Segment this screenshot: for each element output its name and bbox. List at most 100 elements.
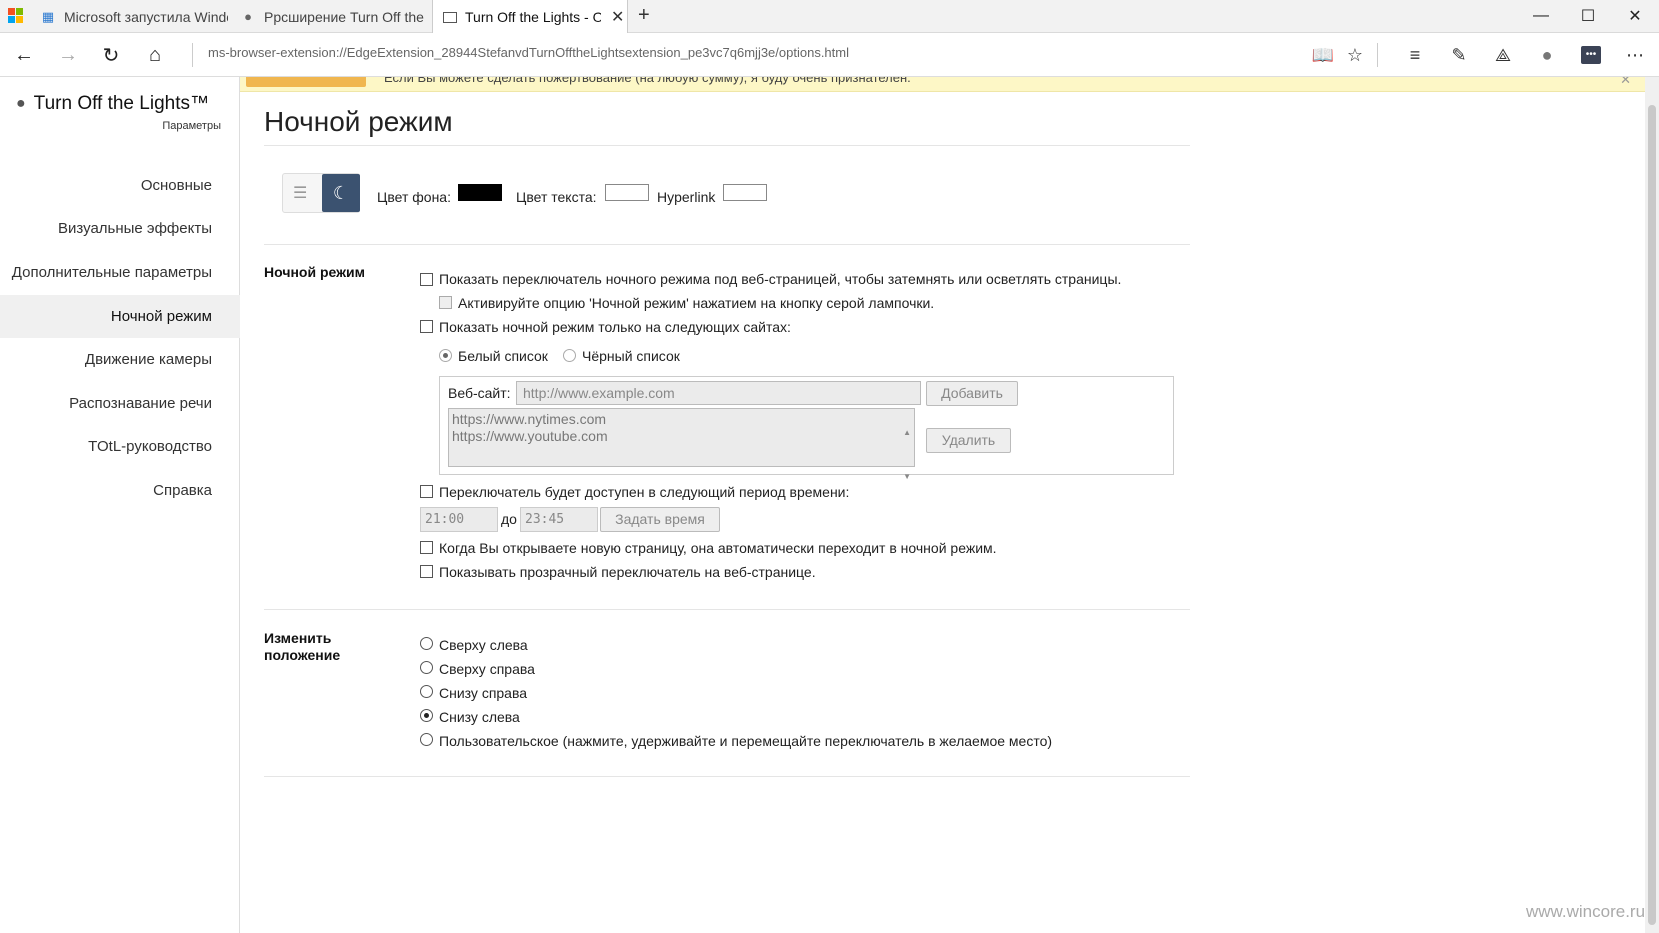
time-period-label: Переключатель будет доступен в следующий…: [439, 484, 850, 500]
windows-grid-icon: ▦: [41, 8, 55, 24]
sidebar-item-camera-motion[interactable]: Движение камеры: [0, 338, 240, 381]
sidebar-item-help[interactable]: Справка: [0, 469, 240, 512]
page-scrollbar[interactable]: [1645, 77, 1659, 933]
close-window-button[interactable]: ✕: [1612, 0, 1658, 32]
sidebar-item-visual-effects[interactable]: Визуальные эффекты: [0, 207, 240, 250]
new-tab-button[interactable]: +: [638, 4, 650, 27]
web-note-icon[interactable]: ✎: [1445, 41, 1473, 69]
page-title: Ночной режим: [264, 106, 453, 137]
sidebar: ● Turn Off the Lights™ Параметры Основны…: [0, 77, 240, 933]
lightbulb-icon: ●: [16, 95, 26, 112]
text-color-label: Цвет текста:: [516, 189, 597, 205]
tab-title: Microsoft запустила Windo: [64, 8, 228, 25]
banner-close-icon[interactable]: ✕: [1620, 77, 1631, 88]
address-divider: [192, 43, 193, 67]
site-list-item[interactable]: https://www.youtube.com: [452, 428, 911, 445]
brand: ● Turn Off the Lights™: [16, 93, 209, 115]
hamburger-icon: ☰: [293, 185, 308, 202]
set-time-button[interactable]: Задать время: [600, 507, 720, 532]
sidebar-item-speech-recognition[interactable]: Распознавание речи: [0, 382, 240, 425]
hub-icon[interactable]: ≡: [1401, 41, 1429, 69]
extension-icon[interactable]: •••: [1577, 41, 1605, 69]
transparent-switch-label: Показывать прозрачный переключатель на в…: [439, 564, 816, 580]
brand-subtitle: Параметры: [162, 120, 221, 132]
position-custom-label: Пользовательское (нажмите, удерживайте и…: [439, 733, 1053, 749]
sidebar-item-advanced[interactable]: Дополнительные параметры: [0, 251, 240, 294]
lightbulb-extension-icon[interactable]: ●: [1533, 41, 1561, 69]
maximize-button[interactable]: ☐: [1565, 0, 1611, 32]
back-button[interactable]: ←: [8, 39, 40, 71]
delete-button[interactable]: Удалить: [926, 428, 1011, 453]
activate-bulb-label: Активируйте опцию 'Ночной режим' нажатие…: [458, 295, 935, 311]
position-bottom-right-radio[interactable]: [420, 685, 433, 698]
forward-button[interactable]: →: [52, 39, 84, 71]
address-bar: ← → ↻ ⌂ ms-browser-extension://EdgeExten…: [0, 33, 1659, 77]
only-sites-label: Показать ночной режим только на следующи…: [439, 319, 791, 335]
tab-title: Ррсширение Turn Off the Lig: [264, 8, 428, 25]
url-field[interactable]: ms-browser-extension://EdgeExtension_289…: [208, 45, 849, 60]
sidebar-item-guide[interactable]: TOtL-руководство: [0, 425, 240, 468]
blacklist-label: Чёрный список: [582, 348, 680, 364]
divider: [264, 244, 1190, 245]
auto-new-page-checkbox[interactable]: [420, 541, 433, 554]
windows-logo-icon: [8, 8, 24, 24]
position-custom-radio[interactable]: [420, 733, 433, 746]
site-listbox[interactable]: https://www.nytimes.com https://www.yout…: [448, 408, 915, 481]
night-switch-preview: ☰ ☾: [282, 173, 360, 213]
donation-banner: Если Вы можете сделать пожертвование (на…: [240, 77, 1645, 92]
tab-2[interactable]: ● Ррсширение Turn Off the Lig: [232, 0, 428, 33]
page-icon: [443, 11, 457, 23]
time-to-input[interactable]: 23:45: [520, 507, 598, 532]
divider: [264, 609, 1190, 610]
position-top-left-radio[interactable]: [420, 637, 433, 650]
position-bottom-right-label: Снизу справа: [439, 685, 528, 701]
sidebar-item-night-mode[interactable]: Ночной режим: [0, 295, 240, 338]
transparent-switch-checkbox[interactable]: [420, 565, 433, 578]
auto-new-page-label: Когда Вы открываете новую страницу, она …: [439, 540, 997, 556]
add-button[interactable]: Добавить: [926, 381, 1018, 406]
more-menu-icon[interactable]: ⋯: [1621, 41, 1649, 69]
home-button[interactable]: ⌂: [139, 39, 171, 71]
text-color-swatch[interactable]: [605, 184, 649, 201]
position-top-right-label: Сверху справа: [439, 661, 535, 677]
site-list-item[interactable]: https://www.nytimes.com: [452, 411, 911, 428]
banner-text: Если Вы можете сделать пожертвование (на…: [384, 77, 911, 85]
bg-color-label: Цвет фона:: [377, 189, 451, 205]
whitelist-radio[interactable]: [439, 349, 452, 362]
donate-button[interactable]: [246, 77, 366, 87]
listbox-scroll-arrows[interactable]: ▲ ▼: [903, 411, 911, 499]
blacklist-radio[interactable]: [563, 349, 576, 362]
divider: [264, 145, 1190, 146]
hyperlink-color-label: Hyperlink: [657, 189, 716, 205]
tab-1[interactable]: ▦ Microsoft запустила Windo: [32, 0, 228, 33]
hyperlink-color-swatch[interactable]: [723, 184, 767, 201]
moon-icon: ☾: [322, 174, 360, 212]
bg-color-swatch[interactable]: [458, 184, 502, 201]
website-input[interactable]: http://www.example.com: [516, 381, 921, 405]
scrollbar-thumb[interactable]: [1648, 105, 1656, 925]
title-bar: ▦ Microsoft запустила Windo ● Ррсширение…: [0, 0, 1659, 34]
position-bottom-left-radio[interactable]: [420, 709, 433, 722]
close-tab-icon[interactable]: ✕: [611, 7, 624, 27]
night-mode-section-label: Ночной режим: [264, 264, 365, 280]
minimize-button[interactable]: —: [1518, 0, 1564, 32]
position-top-right-radio[interactable]: [420, 661, 433, 674]
sidebar-item-basic[interactable]: Основные: [0, 164, 240, 207]
only-sites-checkbox[interactable]: [420, 320, 433, 333]
time-separator: до: [501, 511, 517, 527]
position-section-label: Изменить положение: [264, 630, 341, 663]
position-bottom-left-label: Снизу слева: [439, 709, 520, 725]
show-switch-label: Показать переключатель ночного режима по…: [439, 271, 1122, 287]
show-switch-checkbox[interactable]: [420, 273, 433, 286]
divider: [264, 776, 1190, 777]
time-from-input[interactable]: 21:00: [420, 507, 498, 532]
share-icon[interactable]: ⟁: [1489, 41, 1517, 69]
reading-view-icon[interactable]: 📖: [1309, 41, 1337, 69]
website-label: Веб-сайт:: [448, 385, 511, 401]
tab-3-active[interactable]: Turn Off the Lights - Or ✕: [432, 0, 628, 34]
tab-title: Turn Off the Lights - Or: [465, 9, 601, 25]
time-period-checkbox[interactable]: [420, 485, 433, 498]
activate-bulb-checkbox[interactable]: [439, 296, 452, 309]
refresh-button[interactable]: ↻: [95, 39, 127, 71]
favorite-star-icon[interactable]: ☆: [1341, 41, 1369, 69]
